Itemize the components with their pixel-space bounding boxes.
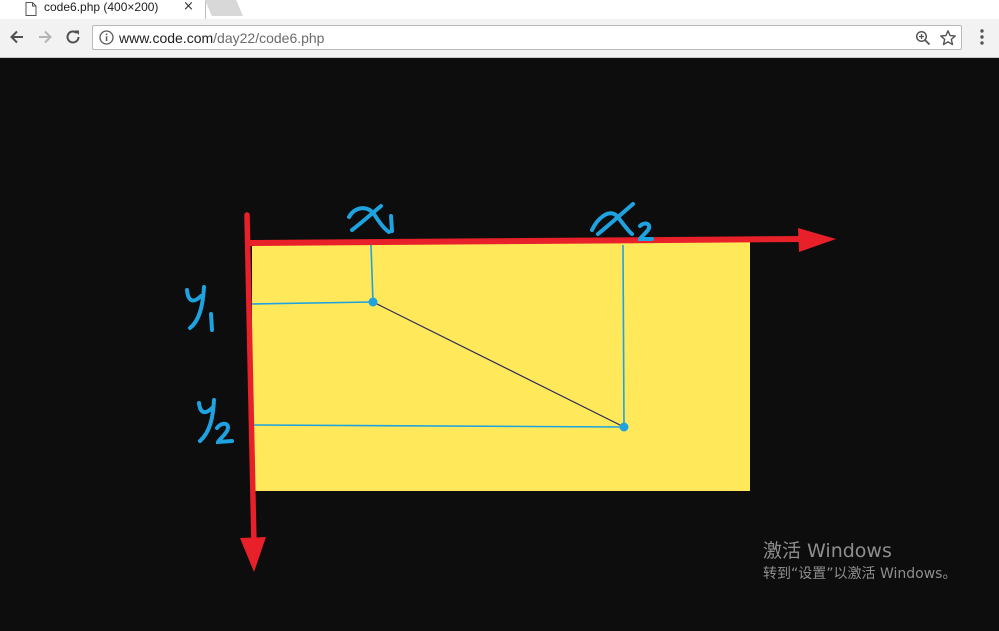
point-2	[619, 422, 629, 432]
address-bar[interactable]: www.code.com/day22/code6.php	[92, 25, 962, 50]
label-y1	[185, 285, 214, 332]
url-path: /day22/code6.php	[213, 30, 325, 46]
info-icon[interactable]	[99, 30, 114, 45]
reload-button[interactable]	[63, 27, 83, 47]
x2-guide-line	[622, 244, 625, 428]
activate-windows-title: 激活 Windows	[763, 540, 892, 562]
menu-icon[interactable]	[974, 27, 990, 47]
back-button[interactable]	[7, 27, 27, 47]
reload-icon	[66, 30, 80, 44]
x-axis-arrowhead	[798, 228, 836, 252]
x-axis	[245, 236, 808, 246]
yellow-rectangle	[252, 242, 750, 491]
tab-strip: code6.php (400×200) ×	[0, 0, 999, 19]
point-1	[368, 297, 378, 307]
document-icon	[25, 2, 37, 16]
back-arrow-icon	[10, 30, 23, 44]
page-content: x₁ x₂ y₁ y₂ 激活 Windows 转到“设置”以激活 Windows…	[0, 58, 999, 631]
tab-close-icon[interactable]: ×	[183, 0, 194, 14]
y-axis-arrowhead	[240, 537, 266, 572]
forward-button[interactable]	[35, 27, 55, 47]
new-tab-button[interactable]	[205, 0, 243, 16]
browser-toolbar: www.code.com/day22/code6.php	[0, 19, 999, 58]
zoom-icon[interactable]	[915, 30, 931, 46]
tab-title: code6.php (400×200)	[44, 0, 159, 14]
browser-tab[interactable]: code6.php (400×200) ×	[0, 0, 206, 19]
label-y2	[197, 398, 234, 445]
url-text[interactable]: www.code.com/day22/code6.php	[119, 29, 324, 47]
activate-windows-subtitle: 转到“设置”以激活 Windows。	[763, 566, 957, 582]
forward-arrow-icon	[39, 30, 52, 44]
star-icon[interactable]	[939, 29, 957, 47]
label-x1	[347, 204, 394, 234]
label-x2	[590, 202, 654, 241]
url-host: www.code.com	[119, 30, 214, 46]
